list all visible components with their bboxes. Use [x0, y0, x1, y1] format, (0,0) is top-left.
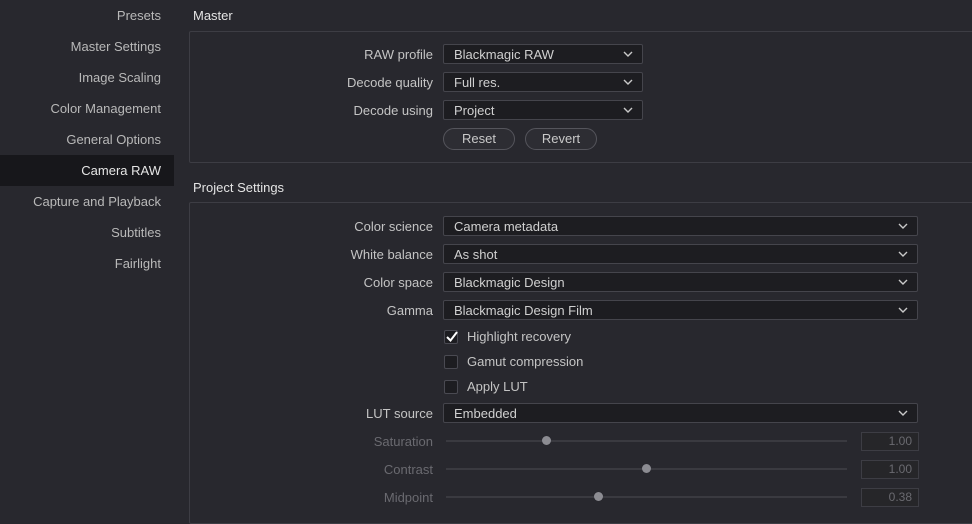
contrast-slider-handle[interactable] [642, 464, 651, 473]
sidebar-item-subtitles[interactable]: Subtitles [0, 217, 174, 248]
contrast-label: Contrast [383, 462, 433, 477]
decode-quality-select[interactable]: Full res. [443, 72, 643, 92]
sidebar-item-general-options[interactable]: General Options [0, 124, 174, 155]
sidebar-item-presets[interactable]: Presets [0, 0, 174, 31]
chevron-down-icon [898, 410, 908, 416]
gamut-compression-checkbox[interactable] [444, 355, 458, 369]
white-balance-select[interactable]: As shot [443, 244, 918, 264]
color-space-select[interactable]: Blackmagic Design [443, 272, 918, 292]
chevron-down-icon [898, 307, 908, 313]
checkmark-icon [446, 331, 458, 343]
white-balance-label: White balance [350, 247, 433, 262]
gamma-select[interactable]: Blackmagic Design Film [443, 300, 918, 320]
sidebar-item-fairlight[interactable]: Fairlight [0, 248, 174, 279]
midpoint-slider[interactable] [446, 492, 847, 501]
saturation-label: Saturation [373, 434, 433, 449]
raw-profile-label: RAW profile [364, 47, 433, 62]
gamma-value: Blackmagic Design Film [454, 303, 593, 318]
color-space-value: Blackmagic Design [454, 275, 565, 290]
raw-profile-select[interactable]: Blackmagic RAW [443, 44, 643, 64]
midpoint-value-field[interactable]: 0.38 [861, 488, 919, 507]
chevron-down-icon [898, 223, 908, 229]
midpoint-slider-handle[interactable] [593, 492, 603, 501]
gamma-label: Gamma [386, 303, 433, 318]
saturation-slider-handle[interactable] [541, 436, 551, 445]
decode-using-value: Project [454, 103, 495, 118]
revert-button[interactable]: Revert [525, 128, 597, 150]
sidebar-item-color-management[interactable]: Color Management [0, 93, 174, 124]
saturation-slider[interactable] [446, 436, 847, 445]
raw-profile-value: Blackmagic RAW [454, 47, 554, 62]
contrast-value-field[interactable]: 1.00 [861, 460, 919, 479]
sidebar-item-master-settings[interactable]: Master Settings [0, 31, 174, 62]
sidebar-item-capture-and-playback[interactable]: Capture and Playback [0, 186, 174, 217]
color-science-select[interactable]: Camera metadata [443, 216, 918, 236]
color-science-label: Color science [354, 219, 433, 234]
settings-sidebar: Presets Master Settings Image Scaling Co… [0, 0, 174, 502]
decode-quality-value: Full res. [454, 75, 501, 90]
sidebar-item-image-scaling[interactable]: Image Scaling [0, 62, 174, 93]
chevron-down-icon [623, 51, 633, 57]
color-space-label: Color space [363, 275, 433, 290]
lut-source-value: Embedded [454, 406, 517, 421]
chevron-down-icon [623, 79, 633, 85]
gamut-compression-label: Gamut compression [467, 354, 584, 369]
chevron-down-icon [623, 107, 633, 113]
highlight-recovery-label: Highlight recovery [467, 329, 572, 344]
reset-button[interactable]: Reset [443, 128, 515, 150]
chevron-down-icon [898, 279, 908, 285]
color-science-value: Camera metadata [454, 219, 559, 234]
decode-using-select[interactable]: Project [443, 100, 643, 120]
white-balance-value: As shot [454, 247, 498, 262]
contrast-slider[interactable] [446, 464, 847, 473]
midpoint-label: Midpoint [383, 490, 433, 505]
apply-lut-checkbox[interactable] [444, 380, 458, 394]
saturation-value-field[interactable]: 1.00 [861, 432, 919, 451]
lut-source-select[interactable]: Embedded [443, 403, 918, 423]
decode-quality-label: Decode quality [347, 75, 433, 90]
highlight-recovery-checkbox[interactable] [444, 330, 458, 344]
decode-using-label: Decode using [353, 103, 434, 118]
camera-raw-settings: Master RAW profile Blackmagic RAW Decode… [174, 0, 972, 524]
sidebar-item-camera-raw[interactable]: Camera RAW [0, 155, 174, 186]
project-settings-section-title: Project Settings [193, 180, 285, 195]
master-section-title: Master [193, 8, 233, 23]
lut-source-label: LUT source [366, 406, 433, 421]
chevron-down-icon [898, 251, 908, 257]
apply-lut-label: Apply LUT [467, 379, 528, 394]
